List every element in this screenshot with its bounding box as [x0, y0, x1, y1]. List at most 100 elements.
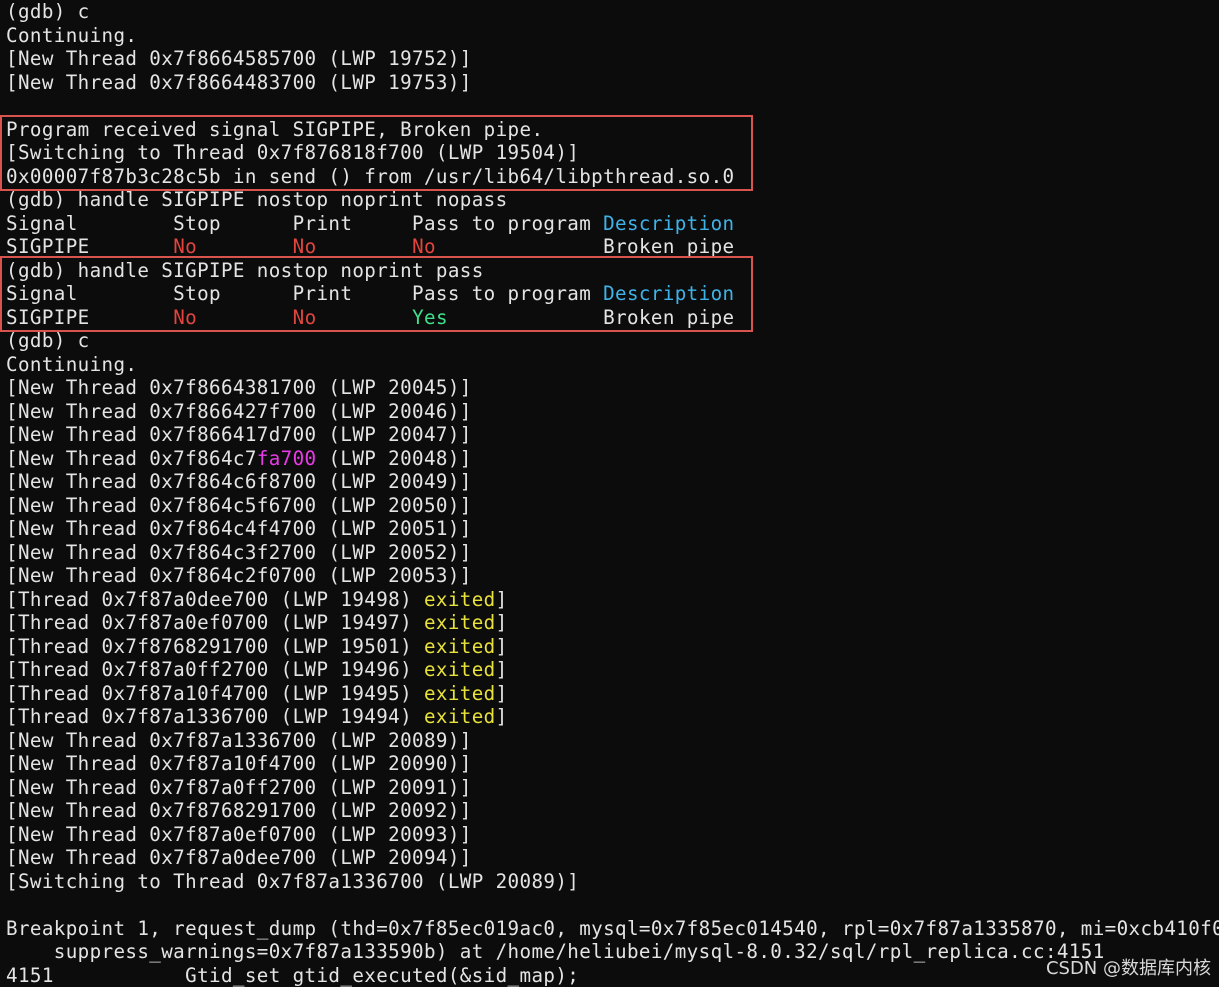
terminal-text: [New Thread 0x7f864c7: [6, 446, 257, 470]
terminal-line: (gdb) c: [6, 0, 90, 24]
colored-text-red: No: [173, 235, 198, 258]
terminal-line: Signal Stop Print Pass to program Descri…: [6, 282, 734, 306]
terminal-line: [New Thread 0x7f8664585700 (LWP 19752)]: [6, 47, 472, 71]
terminal-line: (gdb) handle SIGPIPE nostop noprint pass: [6, 259, 484, 283]
terminal-line: [New Thread 0x7f864c7fa700 (LWP 20048)]: [6, 447, 472, 471]
terminal-line: SIGPIPE No No Yes Broken pipe: [6, 306, 735, 330]
terminal-line: [New Thread 0x7f864c6f8700 (LWP 20049)]: [6, 470, 472, 494]
terminal-text: [Thread 0x7f87a0dee700 (LWP 19498): [6, 587, 424, 611]
terminal-line: SIGPIPE No No No Broken pipe: [6, 235, 735, 259]
colored-text-cyan: Description: [603, 282, 735, 305]
colored-text-cyan: Description: [603, 211, 735, 235]
terminal-text: (gdb) handle SIGPIPE nostop noprint nopa…: [6, 188, 508, 211]
terminal-text: ]: [495, 611, 508, 634]
colored-text-yellow: exited: [423, 611, 496, 634]
terminal-text: Broken pipe: [435, 235, 735, 258]
terminal-text: [New Thread 0x7f864c6f8700 (LWP 20049)]: [6, 470, 472, 493]
colored-text-magenta: fa700: [256, 446, 317, 470]
colored-text-red: No: [173, 305, 198, 329]
terminal-line: Continuing.: [6, 24, 137, 48]
terminal-text: Continuing.: [6, 352, 138, 376]
terminal-line: Signal Stop Print Pass to program Descri…: [6, 212, 734, 236]
terminal-text: [New Thread 0x7f87a1336700 (LWP 20089)]: [6, 728, 472, 752]
colored-text-red: No: [412, 235, 436, 258]
terminal-text: [Thread 0x7f87a1336700 (LWP 19494): [6, 705, 424, 728]
terminal-line: Program received signal SIGPIPE, Broken …: [6, 118, 543, 142]
terminal-text: SIGPIPE: [6, 235, 174, 258]
terminal-text: 4151 Gtid_set gtid_executed(&sid_map);: [6, 963, 580, 987]
terminal-text: Signal Stop Print Pass to program: [6, 282, 604, 305]
terminal-text: [Thread 0x7f8768291700 (LWP 19501): [6, 634, 424, 658]
terminal-line: [New Thread 0x7f866427f700 (LWP 20046)]: [6, 400, 472, 424]
terminal-line: [New Thread 0x7f87a10f4700 (LWP 20090)]: [6, 752, 472, 776]
terminal-text: [New Thread 0x7f864c3f2700 (LWP 20052)]: [6, 540, 472, 564]
terminal-line: [Thread 0x7f8768291700 (LWP 19501) exite…: [6, 635, 508, 659]
terminal-line: [Thread 0x7f87a1336700 (LWP 19494) exite…: [6, 705, 508, 729]
terminal-text: 0x00007f87b3c28c5b in send () from /usr/…: [6, 164, 735, 188]
terminal-text: [New Thread 0x7f864c4f4700 (LWP 20051)]: [6, 517, 472, 540]
terminal-line: [New Thread 0x7f864c5f6700 (LWP 20050)]: [6, 494, 472, 518]
terminal-line: [New Thread 0x7f8664381700 (LWP 20045)]: [6, 376, 472, 400]
colored-text-red: No: [292, 305, 317, 329]
terminal-line: [Thread 0x7f87a0ff2700 (LWP 19496) exite…: [6, 658, 508, 682]
terminal-text: [Thread 0x7f87a0ff2700 (LWP 19496): [6, 658, 424, 681]
terminal-text: [New Thread 0x7f8664381700 (LWP 20045)]: [6, 376, 472, 399]
terminal-text: (LWP 20048)]: [316, 446, 472, 470]
colored-text-yellow: exited: [423, 705, 496, 728]
colored-text-yellow: exited: [423, 634, 496, 658]
terminal-line: [Thread 0x7f87a0dee700 (LWP 19498) exite…: [6, 588, 508, 612]
colored-text-yellow: exited: [423, 658, 496, 681]
terminal-text: [New Thread 0x7f8768291700 (LWP 20092)]: [6, 799, 472, 822]
terminal-text: [Thread 0x7f87a0ef0700 (LWP 19497): [6, 611, 424, 634]
terminal-window[interactable]: (gdb) c Continuing. [New Thread 0x7f866458…: [0, 0, 1219, 987]
terminal-text: Signal Stop Print Pass to program: [6, 211, 604, 235]
terminal-text: Breakpoint 1, request_dump (thd=0x7f85ec…: [6, 916, 1219, 940]
terminal-line: (gdb) handle SIGPIPE nostop noprint nopa…: [6, 188, 508, 212]
terminal-line: [Switching to Thread 0x7f876818f700 (LWP…: [6, 141, 579, 165]
terminal-line: [New Thread 0x7f8768291700 (LWP 20092)]: [6, 799, 472, 823]
terminal-line: [Thread 0x7f87a0ef0700 (LWP 19497) exite…: [6, 611, 508, 635]
terminal-line: [New Thread 0x7f864c4f4700 (LWP 20051)]: [6, 517, 472, 541]
terminal-line: [New Thread 0x7f8664483700 (LWP 19753)]: [6, 71, 472, 95]
terminal-line: 0x00007f87b3c28c5b in send () from /usr/…: [6, 165, 734, 189]
terminal-line: [Switching to Thread 0x7f87a1336700 (LWP…: [6, 870, 579, 894]
colored-text-red: No: [292, 235, 317, 258]
terminal-line: [New Thread 0x7f87a1336700 (LWP 20089)]: [6, 729, 472, 753]
terminal-text: [New Thread 0x7f864c2f0700 (LWP 20053)]: [6, 564, 472, 587]
terminal-text: ]: [495, 587, 508, 611]
terminal-line: [New Thread 0x7f866417d700 (LWP 20047)]: [6, 423, 472, 447]
terminal-text: [New Thread 0x7f864c5f6700 (LWP 20050)]: [6, 493, 472, 517]
terminal-text: [New Thread 0x7f866427f700 (LWP 20046)]: [6, 399, 472, 423]
watermark: CSDN @数据库内核: [1045, 958, 1211, 979]
terminal-text: (gdb) handle SIGPIPE nostop noprint pass: [6, 258, 484, 282]
terminal-text: Continuing.: [6, 23, 138, 47]
terminal-text: [New Thread 0x7f8664483700 (LWP 19753)]: [6, 70, 472, 94]
terminal-text: suppress_warnings=0x7f87a133590b) at /ho…: [6, 940, 1105, 963]
colored-text-yellow: exited: [423, 681, 496, 705]
terminal-line: [New Thread 0x7f864c3f2700 (LWP 20052)]: [6, 541, 472, 565]
terminal-text: [New Thread 0x7f866417d700 (LWP 20047)]: [6, 423, 472, 446]
terminal-text: [New Thread 0x7f87a0dee700 (LWP 20094)]: [6, 846, 472, 869]
terminal-text: [Switching to Thread 0x7f87a1336700 (LWP…: [6, 869, 580, 893]
terminal-text: Program received signal SIGPIPE, Broken …: [6, 117, 544, 141]
terminal-text: Broken pipe: [447, 305, 735, 329]
terminal-line: [New Thread 0x7f864c2f0700 (LWP 20053)]: [6, 564, 472, 588]
terminal-text: ]: [495, 634, 508, 658]
terminal-text: [New Thread 0x7f87a0ef0700 (LWP 20093)]: [6, 822, 472, 846]
terminal-text: [New Thread 0x7f8664585700 (LWP 19752)]: [6, 47, 472, 70]
colored-text-green: Yes: [412, 305, 448, 329]
terminal-line: (gdb) c: [6, 329, 90, 353]
terminal-line: Continuing.: [6, 353, 137, 377]
terminal-text: ]: [495, 681, 508, 705]
terminal-line: [New Thread 0x7f87a0dee700 (LWP 20094)]: [6, 846, 472, 870]
terminal-text: ]: [495, 705, 508, 728]
terminal-text: (gdb) c: [6, 329, 90, 352]
terminal-text: [Thread 0x7f87a10f4700 (LWP 19495): [6, 681, 424, 705]
terminal-text: [New Thread 0x7f87a10f4700 (LWP 20090)]: [6, 752, 472, 775]
terminal-line: suppress_warnings=0x7f87a133590b) at /ho…: [6, 940, 1105, 964]
terminal-line: Breakpoint 1, request_dump (thd=0x7f85ec…: [6, 917, 1219, 941]
